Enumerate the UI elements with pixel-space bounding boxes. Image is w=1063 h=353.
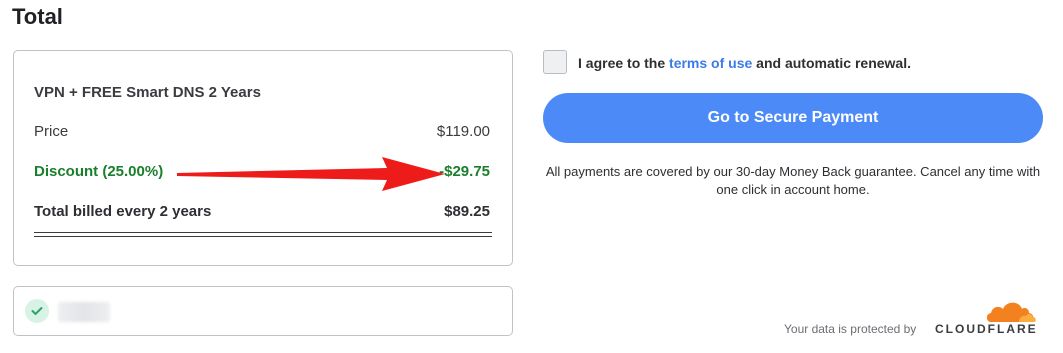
total-label: Total billed every 2 years	[34, 203, 212, 220]
price-label: Price	[34, 123, 69, 140]
agreement-text: I agree to the terms of use and automati…	[578, 55, 911, 71]
discount-value: -$29.75	[439, 163, 490, 180]
blurred-coupon-text	[58, 302, 110, 322]
price-value: $119.00	[436, 123, 490, 140]
secure-payment-button[interactable]: Go to Secure Payment	[543, 93, 1043, 143]
total-value: $89.25	[444, 203, 490, 220]
cloudflare-cloud-icon	[986, 302, 1036, 322]
page-title: Total	[12, 4, 63, 29]
cloudflare-wordmark: CLOUDFLARE	[935, 322, 1038, 336]
agreement-suffix: and automatic renewal.	[752, 55, 911, 71]
data-protection-label: Your data is protected by	[784, 322, 917, 336]
total-divider	[34, 232, 492, 237]
order-summary-card: VPN + FREE Smart DNS 2 Years Price $119.…	[13, 50, 513, 266]
plan-name: VPN + FREE Smart DNS 2 Years	[34, 84, 261, 101]
agree-checkbox[interactable]	[543, 50, 567, 74]
terms-of-use-link[interactable]: terms of use	[669, 55, 752, 71]
money-back-guarantee-text: All payments are covered by our 30-day M…	[545, 164, 1041, 197]
price-row: Price $119.00	[34, 123, 490, 140]
annotation-arrow-icon	[177, 157, 445, 191]
agreement-prefix: I agree to the	[578, 55, 670, 71]
total-row: Total billed every 2 years $89.25	[34, 203, 490, 220]
check-icon	[25, 299, 49, 323]
coupon-card[interactable]	[13, 286, 513, 336]
discount-label: Discount (25.00%)	[34, 163, 164, 180]
